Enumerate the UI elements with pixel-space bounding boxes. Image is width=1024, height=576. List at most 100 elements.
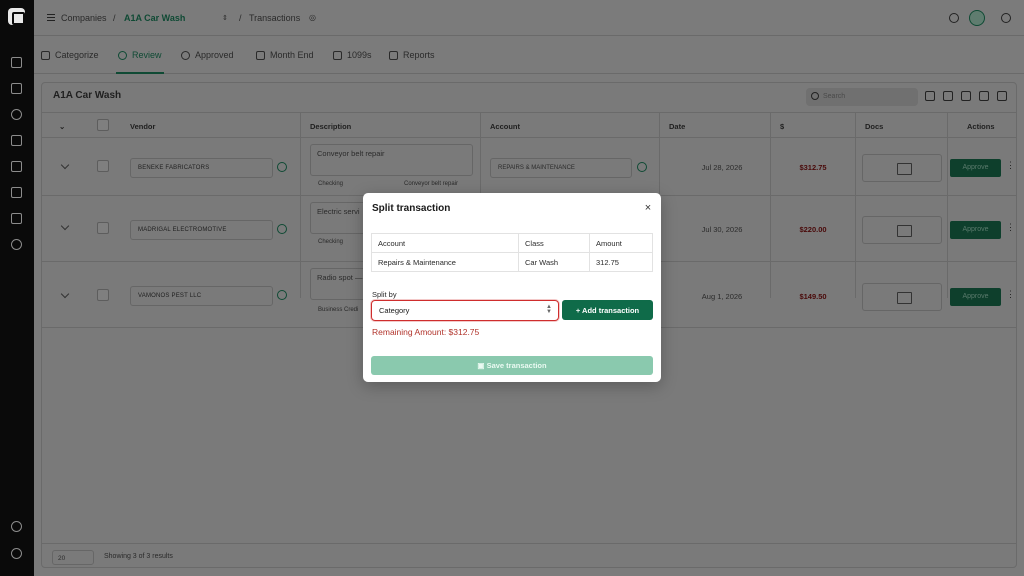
document-icon[interactable] [11, 187, 22, 198]
cell-account: Repairs & Maintenance [371, 252, 519, 272]
bank-account-label: Business Credi [318, 307, 359, 313]
check-circle-icon[interactable] [11, 109, 22, 120]
user-icon[interactable] [11, 521, 22, 532]
expand-row-icon[interactable] [60, 221, 70, 231]
company-switcher-icon[interactable]: ⇕ [222, 14, 228, 22]
expand-all-icon[interactable]: ⌄ [59, 122, 65, 131]
transaction-amount: $312.75 [799, 163, 827, 172]
theme-toggle-icon[interactable] [1001, 13, 1011, 23]
row-checkbox[interactable] [97, 289, 109, 301]
header-date[interactable]: Date [669, 122, 685, 131]
add-vendor-icon[interactable] [277, 224, 287, 234]
row-menu-icon[interactable]: ⋮ [1006, 222, 1015, 233]
docs-folder-icon[interactable] [862, 216, 942, 244]
columns-icon[interactable] [961, 91, 971, 101]
table-row[interactable]: BENEKE FABRICATORS Conveyor belt repair … [42, 138, 1016, 196]
dialog-title: Split transaction [372, 203, 451, 214]
header-actions: Actions [967, 122, 995, 131]
table-header: ⌄ Vendor Description Account Date $ Docs… [42, 112, 1016, 138]
row-menu-icon[interactable]: ⋮ [1006, 289, 1015, 300]
table-footer: 20 Showing 3 of 3 results [42, 543, 1016, 568]
page-size-select[interactable]: 20 [52, 550, 94, 565]
file-icon[interactable] [11, 213, 22, 224]
transaction-date: Jul 28, 2026 [701, 163, 743, 172]
search-icon [811, 92, 819, 100]
tab-1099s[interactable]: 1099s [333, 50, 372, 60]
header-amount[interactable]: $ [780, 122, 784, 131]
filter-icon[interactable] [925, 91, 935, 101]
review-icon [118, 50, 127, 60]
approved-icon [181, 50, 190, 60]
breadcrumb-root[interactable]: Companies [61, 13, 107, 23]
home-icon[interactable] [11, 57, 22, 68]
remaining-amount: Remaining Amount: $312.75 [372, 327, 480, 337]
settings-icon[interactable]: ◎ [309, 13, 316, 22]
transaction-date: Jul 30, 2026 [701, 225, 743, 234]
fullscreen-icon[interactable] [997, 91, 1007, 101]
docs-folder-icon[interactable] [862, 154, 942, 182]
header-account[interactable]: Account [490, 122, 520, 131]
breadcrumb-separator-2: / [239, 13, 242, 23]
search-input[interactable]: Search [806, 88, 918, 106]
menu-icon[interactable] [47, 14, 55, 22]
cell-class: Car Wash [518, 252, 590, 272]
expand-row-icon[interactable] [60, 289, 70, 299]
density-icon[interactable] [943, 91, 953, 101]
grid-icon[interactable] [979, 91, 989, 101]
add-vendor-icon[interactable] [277, 162, 287, 172]
description-field[interactable]: Conveyor belt repair [310, 144, 473, 176]
row-menu-icon[interactable]: ⋮ [1006, 160, 1015, 171]
receipt-icon[interactable] [11, 83, 22, 94]
tab-month-end[interactable]: Month End [256, 50, 314, 60]
users-icon[interactable] [11, 239, 22, 250]
add-account-icon[interactable] [637, 162, 647, 172]
tab-reports[interactable]: Reports [389, 50, 435, 60]
vendor-select[interactable]: VAMONOS PEST LLC [130, 286, 273, 306]
split-by-select[interactable]: Category ▲ ▼ [371, 300, 559, 321]
bell-icon[interactable] [949, 13, 959, 23]
docs-folder-icon[interactable] [862, 283, 942, 311]
vendor-select[interactable]: BENEKE FABRICATORS [130, 158, 273, 178]
description-field[interactable]: Radio spot — [310, 268, 370, 300]
tab-review[interactable]: Review [118, 50, 162, 60]
tab-approved[interactable]: Approved [181, 50, 234, 60]
breadcrumb-company[interactable]: A1A Car Wash [124, 13, 185, 23]
approve-button[interactable]: Approve [950, 159, 1001, 177]
split-summary-table: Account Class Amount Repairs & Maintenan… [371, 233, 653, 272]
add-transaction-button[interactable]: + Add transaction [562, 300, 653, 320]
close-icon[interactable]: × [643, 203, 653, 214]
header-vendor[interactable]: Vendor [130, 122, 155, 131]
top-bar: Companies / A1A Car Wash ⇕ / Transaction… [34, 0, 1024, 36]
account-select[interactable]: REPAIRS & MAINTENANCE [490, 158, 632, 178]
header-class: Class [518, 233, 590, 253]
calendar-icon[interactable] [11, 135, 22, 146]
help-icon[interactable] [11, 548, 22, 559]
row-checkbox[interactable] [97, 160, 109, 172]
save-transaction-button[interactable]: ▣ Save transaction [371, 356, 653, 375]
tab-categorize[interactable]: Categorize [41, 50, 99, 60]
app-logo-icon[interactable] [8, 8, 25, 25]
calendar-icon [256, 50, 265, 60]
add-vendor-icon[interactable] [277, 290, 287, 300]
header-description[interactable]: Description [310, 122, 351, 131]
chart-icon [389, 50, 398, 60]
approve-button[interactable]: Approve [950, 288, 1001, 306]
bank-account-label: Checking [318, 239, 344, 245]
row-checkbox[interactable] [97, 222, 109, 234]
sidebar [0, 0, 34, 576]
breadcrumb-page: Transactions [249, 13, 301, 23]
transaction-date: Aug 1, 2026 [701, 292, 743, 301]
avatar[interactable] [969, 10, 985, 26]
header-docs[interactable]: Docs [865, 122, 883, 131]
transaction-amount: $220.00 [799, 225, 827, 234]
approve-button[interactable]: Approve [950, 221, 1001, 239]
vendor-select[interactable]: MADRIGAL ELECTROMOTIVE [130, 220, 273, 240]
briefcase-icon[interactable] [11, 161, 22, 172]
split-transaction-dialog: Split transaction × Account Class Amount… [363, 193, 661, 382]
expand-row-icon[interactable] [60, 160, 70, 170]
header-account: Account [371, 233, 519, 253]
description-field[interactable]: Electric servi [310, 202, 370, 234]
tab-label: Review [132, 50, 162, 60]
select-all-checkbox[interactable] [97, 119, 109, 131]
split-by-value: Category [379, 306, 410, 315]
